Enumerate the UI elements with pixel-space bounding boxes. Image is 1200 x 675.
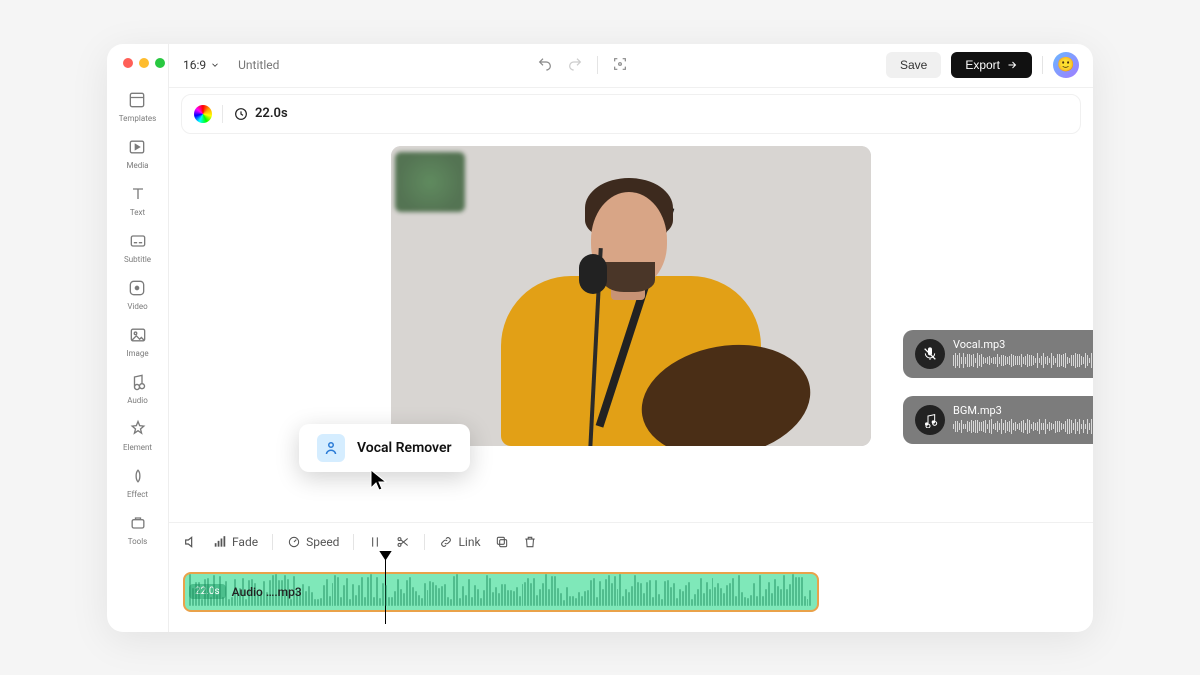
- video-preview[interactable]: [391, 146, 871, 446]
- person-icon: [317, 434, 345, 462]
- export-label: Export: [965, 58, 1000, 72]
- speed-button[interactable]: Speed: [287, 535, 339, 549]
- vocal-track-label: Vocal.mp3: [953, 338, 1093, 351]
- arrow-right-icon: [1006, 59, 1018, 71]
- sidebar-label: Image: [126, 349, 148, 358]
- timeline-toolbar: Fade Speed Link: [169, 522, 1093, 562]
- color-wheel-icon[interactable]: [194, 105, 212, 123]
- split-icon: [368, 535, 382, 549]
- sidebar: Templates Media Text Subtitle Video Imag…: [107, 44, 169, 632]
- duration-value: 22.0s: [255, 106, 288, 121]
- tooltip-label: Vocal Remover: [357, 440, 452, 456]
- topbar: 16:9 Untitled Save Export 🙂: [169, 44, 1093, 88]
- divider: [353, 534, 354, 550]
- waveform: [953, 418, 1093, 436]
- sidebar-item-video[interactable]: Video: [127, 278, 147, 311]
- bgm-track-label: BGM.mp3: [953, 404, 1093, 417]
- canvas-area: Vocal Remover Vocal.mp3 BGM.mp3: [169, 140, 1093, 522]
- sidebar-label: Text: [130, 208, 145, 217]
- sidebar-item-effect[interactable]: Effect: [127, 466, 148, 499]
- save-button[interactable]: Save: [886, 52, 941, 78]
- split-button[interactable]: [368, 535, 382, 549]
- divider: [1042, 56, 1043, 74]
- audio-clip[interactable]: 22.0s Audio ….mp3: [183, 572, 819, 612]
- duration-display: 22.0s: [233, 106, 288, 122]
- link-label: Link: [458, 535, 480, 549]
- sidebar-item-image[interactable]: Image: [126, 325, 148, 358]
- effect-icon: [128, 466, 148, 486]
- link-button[interactable]: Link: [439, 535, 480, 549]
- audio-icon: [127, 372, 147, 392]
- sidebar-label: Audio: [127, 396, 148, 405]
- gauge-icon: [287, 535, 301, 549]
- mic-muted-icon: [915, 339, 945, 369]
- sidebar-label: Templates: [119, 114, 156, 123]
- sidebar-item-media[interactable]: Media: [126, 137, 148, 170]
- copy-button[interactable]: [495, 535, 509, 549]
- timeline[interactable]: 22.0s Audio ….mp3: [169, 562, 1093, 632]
- divider: [272, 534, 273, 550]
- sidebar-item-element[interactable]: Element: [123, 419, 152, 452]
- sidebar-item-templates[interactable]: Templates: [119, 90, 156, 123]
- app-window: Templates Media Text Subtitle Video Imag…: [107, 44, 1093, 632]
- vocal-remover-tooltip[interactable]: Vocal Remover: [299, 424, 470, 472]
- bgm-track-card[interactable]: BGM.mp3: [903, 396, 1093, 444]
- avatar[interactable]: 🙂: [1053, 52, 1079, 78]
- sidebar-item-subtitle[interactable]: Subtitle: [124, 231, 151, 264]
- cut-button[interactable]: [396, 535, 410, 549]
- tools-icon: [128, 513, 148, 533]
- bars-icon: [213, 535, 227, 549]
- sidebar-item-audio[interactable]: Audio: [127, 372, 148, 405]
- undo-icon[interactable]: [537, 56, 553, 72]
- aspect-ratio-select[interactable]: 16:9: [183, 58, 220, 72]
- sidebar-item-tools[interactable]: Tools: [128, 513, 148, 546]
- video-icon: [127, 278, 147, 298]
- fade-label: Fade: [232, 535, 258, 549]
- music-icon: [915, 405, 945, 435]
- redo-icon[interactable]: [567, 56, 583, 72]
- aspect-ratio-value: 16:9: [183, 58, 206, 72]
- sidebar-item-text[interactable]: Text: [128, 184, 148, 217]
- sidebar-label: Effect: [127, 490, 148, 499]
- close-icon[interactable]: [123, 58, 133, 68]
- divider: [597, 56, 598, 74]
- link-icon: [439, 535, 453, 549]
- templates-icon: [127, 90, 147, 110]
- waveform: [953, 352, 1093, 370]
- speed-label: Speed: [306, 535, 339, 549]
- sidebar-label: Element: [123, 443, 152, 452]
- minimize-icon[interactable]: [139, 58, 149, 68]
- cursor-icon: [369, 468, 389, 492]
- sidebar-label: Subtitle: [124, 255, 151, 264]
- subtitle-icon: [128, 231, 148, 251]
- infobar: 22.0s: [181, 94, 1081, 134]
- volume-button[interactable]: [183, 534, 199, 550]
- scissors-icon: [396, 535, 410, 549]
- focus-icon[interactable]: [612, 56, 628, 72]
- divider: [424, 534, 425, 550]
- chevron-down-icon: [210, 60, 220, 70]
- speaker-icon: [183, 534, 199, 550]
- sidebar-label: Video: [127, 302, 147, 311]
- text-icon: [128, 184, 148, 204]
- export-button[interactable]: Export: [951, 52, 1032, 78]
- clip-name: Audio ….mp3: [232, 585, 302, 599]
- sidebar-label: Media: [126, 161, 148, 170]
- fade-button[interactable]: Fade: [213, 535, 258, 549]
- trash-icon: [523, 535, 537, 549]
- clock-icon: [233, 106, 249, 122]
- sidebar-label: Tools: [128, 537, 148, 546]
- divider: [222, 105, 223, 123]
- element-icon: [128, 419, 148, 439]
- project-title[interactable]: Untitled: [238, 58, 279, 72]
- vocal-track-card[interactable]: Vocal.mp3: [903, 330, 1093, 378]
- delete-button[interactable]: [523, 535, 537, 549]
- copy-icon: [495, 535, 509, 549]
- maximize-icon[interactable]: [155, 58, 165, 68]
- window-controls[interactable]: [123, 58, 165, 68]
- media-icon: [127, 137, 147, 157]
- image-icon: [128, 325, 148, 345]
